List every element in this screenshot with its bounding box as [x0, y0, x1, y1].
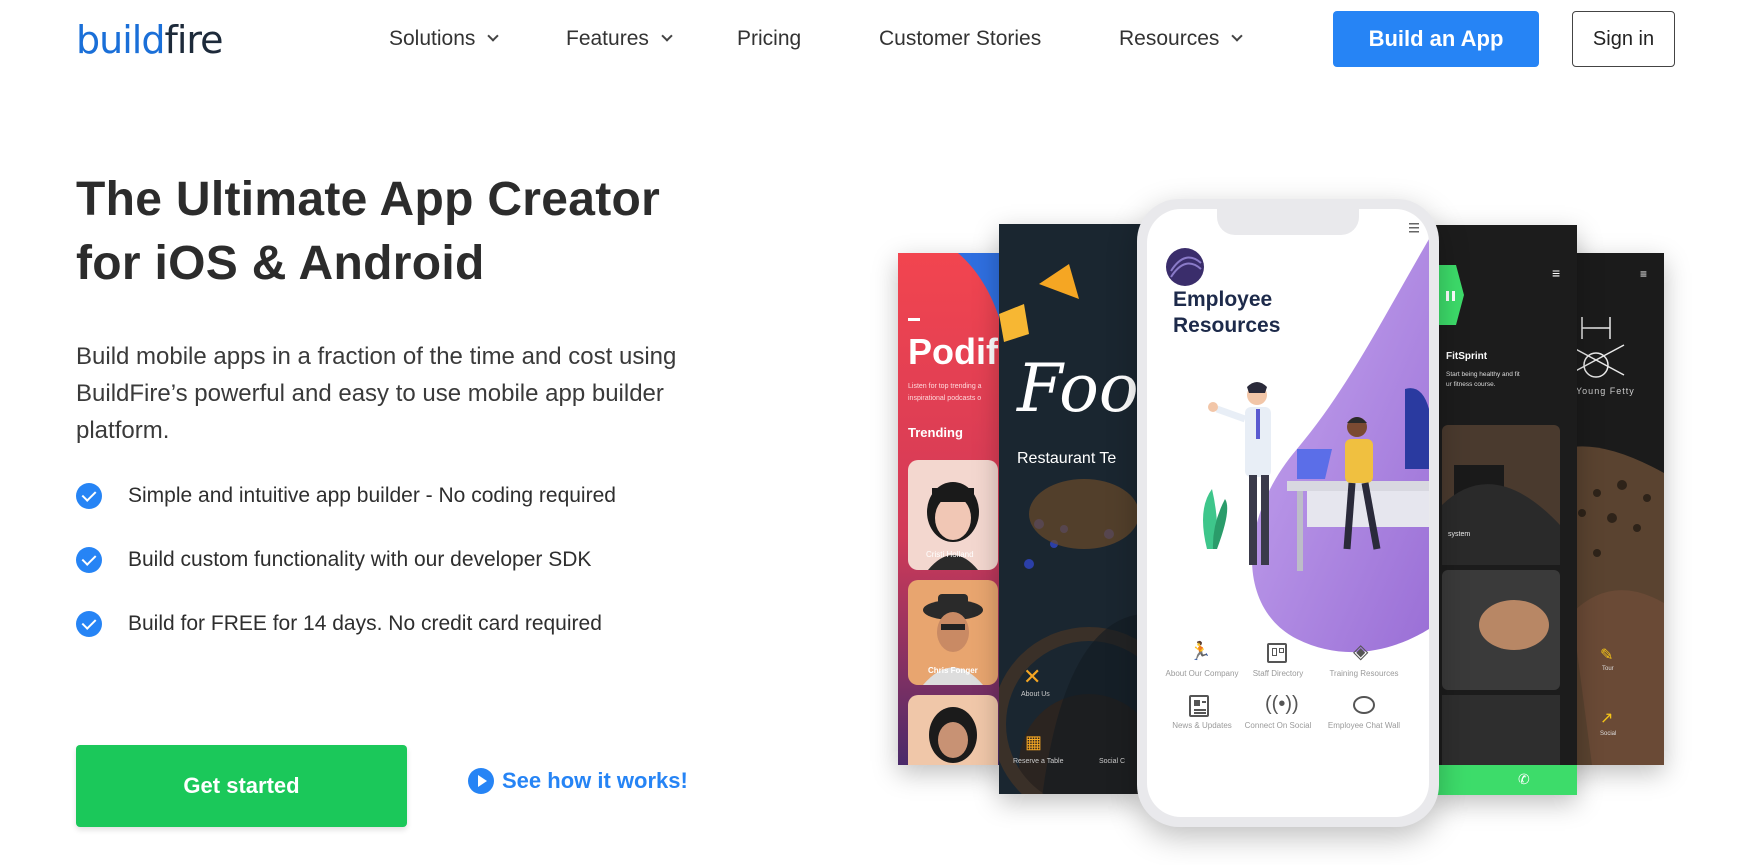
- podcast-app-screen: Podif Listen for top trending a inspirat…: [898, 253, 1008, 765]
- build-an-app-button[interactable]: Build an App: [1333, 11, 1539, 67]
- phone-notch: [1217, 209, 1359, 235]
- feature-item: Build custom functionality with our deve…: [76, 547, 591, 573]
- newspaper-icon: [1189, 695, 1209, 717]
- podcast-person-card: [908, 695, 998, 765]
- podcast-app-desc: Listen for top trending a inspirational …: [908, 381, 982, 405]
- hero-subtitle: Build mobile apps in a fraction of the t…: [76, 343, 677, 444]
- food-app-screen: Foo Restaurant Te ✕ About Us ▦ Reserve a…: [999, 224, 1141, 794]
- chevron-down-icon: [487, 30, 500, 42]
- feature-text: Simple and intuitive app builder - No co…: [128, 484, 616, 507]
- see-how-label: See how it works!: [502, 768, 688, 793]
- food-app-background: [999, 224, 1141, 794]
- food-social-label: Social C: [1099, 758, 1126, 765]
- play-circle-icon: [468, 768, 494, 794]
- ticket-icon: ✎: [1600, 647, 1614, 664]
- employee-grid-label: Employee Chat Wall: [1327, 721, 1401, 730]
- food-app-subtitle: Restaurant Te: [1017, 450, 1117, 467]
- share-icon: ↗: [1600, 710, 1614, 727]
- check-circle-icon: [76, 611, 102, 637]
- feature-text: Build custom functionality with our deve…: [128, 548, 592, 571]
- food-reserve-label: Reserve a Table: [1013, 758, 1064, 765]
- feature-text: Build for FREE for 14 days. No credit ca…: [128, 612, 602, 635]
- employee-app-title: Employee Resources: [1173, 287, 1280, 339]
- podcast-person-card: Chris Fonger: [908, 580, 998, 685]
- podcast-desc-line2: inspirational podcasts o: [908, 395, 982, 402]
- employee-grid-label: Training Resources: [1329, 669, 1399, 678]
- hero-title: The Ultimate App Creator for iOS & Andro…: [76, 168, 660, 296]
- nav-features[interactable]: Features: [566, 26, 673, 52]
- employee-app-phone: Employee Resources 🏃 About Our Company S…: [1137, 199, 1439, 827]
- food-about-label: About Us: [1021, 691, 1050, 698]
- buildfire-logo[interactable]: buildfire: [76, 18, 224, 62]
- menu-icon: ≡: [1552, 265, 1561, 281]
- sign-in-button[interactable]: Sign in: [1572, 11, 1675, 67]
- fitness-app-desc: Start being healthy and fit ur fitness c…: [1446, 370, 1520, 390]
- directory-icon: [1267, 643, 1287, 663]
- fitness-app-screen: ≡ FitSprint Start being healthy and fit …: [1434, 225, 1577, 795]
- nav-resources-label: Resources: [1119, 27, 1220, 50]
- employee-app-screen: Employee Resources 🏃 About Our Company S…: [1147, 209, 1429, 817]
- podcast-person-name: Cristi Holland: [926, 550, 974, 559]
- get-started-button[interactable]: Get started: [76, 745, 407, 827]
- nav-resources[interactable]: Resources: [1119, 26, 1244, 52]
- layers-icon: ◈: [1353, 641, 1369, 663]
- nav-features-label: Features: [566, 27, 649, 50]
- podcast-app-title: Podif: [908, 331, 998, 372]
- fitness-app-title: FitSprint: [1446, 351, 1488, 362]
- music-social-label: Social: [1600, 731, 1617, 737]
- fitness-card-label: system: [1448, 531, 1471, 538]
- nav-solutions-label: Solutions: [389, 27, 476, 50]
- fitness-desc-line1: Start being healthy and fit: [1446, 371, 1520, 378]
- employee-grid-label: Connect On Social: [1244, 721, 1312, 730]
- employee-title-line1: Employee: [1173, 288, 1273, 311]
- feature-item: Simple and intuitive app builder - No co…: [76, 483, 616, 509]
- nav-customer-stories-label: Customer Stories: [879, 27, 1042, 50]
- music-tour-label: Tour: [1602, 666, 1614, 672]
- food-app-title: Foo: [1017, 350, 1139, 427]
- logo-text-fire: fire: [164, 18, 223, 62]
- podcast-person-card: Cristi Holland: [908, 460, 998, 570]
- nav-solutions[interactable]: Solutions: [389, 26, 500, 52]
- chevron-down-icon: [661, 30, 673, 42]
- chat-bubble-icon: [1353, 696, 1375, 714]
- hero-title-line2: for iOS & Android: [76, 237, 485, 290]
- employee-title-line2: Resources: [1173, 314, 1281, 337]
- broadcast-icon: ((•)): [1265, 693, 1299, 715]
- nav-pricing-label: Pricing: [737, 27, 802, 50]
- feature-item: Build for FREE for 14 days. No credit ca…: [76, 611, 602, 637]
- utensils-icon: ✕: [1023, 664, 1042, 689]
- hero-title-line1: The Ultimate App Creator: [76, 173, 661, 226]
- running-person-icon: 🏃: [1189, 641, 1212, 661]
- menu-icon: ≡: [1640, 267, 1648, 281]
- check-circle-icon: [76, 483, 102, 509]
- person-photo: [929, 707, 977, 763]
- chevron-down-icon: [1231, 30, 1244, 42]
- calendar-icon: ▦: [1025, 732, 1043, 752]
- nav-customer-stories[interactable]: Customer Stories: [879, 26, 1041, 52]
- fitness-app-background: [1434, 225, 1577, 795]
- logo-text-build: build: [76, 18, 165, 62]
- podcast-desc-line1: Listen for top trending a: [908, 383, 982, 390]
- music-app-artist: Young Fetty: [1576, 386, 1635, 396]
- podcast-trending-label: Trending: [908, 425, 963, 440]
- check-circle-icon: [76, 547, 102, 573]
- see-how-it-works-link[interactable]: See how it works!: [468, 768, 688, 794]
- top-navigation: buildfire Solutions Features Pricing Cus…: [0, 0, 1751, 80]
- podcast-person-name: Chris Fonger: [928, 666, 978, 675]
- fitness-desc-line2: ur fitness course.: [1446, 381, 1496, 388]
- phone-icon: ✆: [1518, 771, 1530, 787]
- employee-grid-label: Staff Directory: [1252, 669, 1304, 678]
- nav-pricing[interactable]: Pricing: [737, 26, 801, 52]
